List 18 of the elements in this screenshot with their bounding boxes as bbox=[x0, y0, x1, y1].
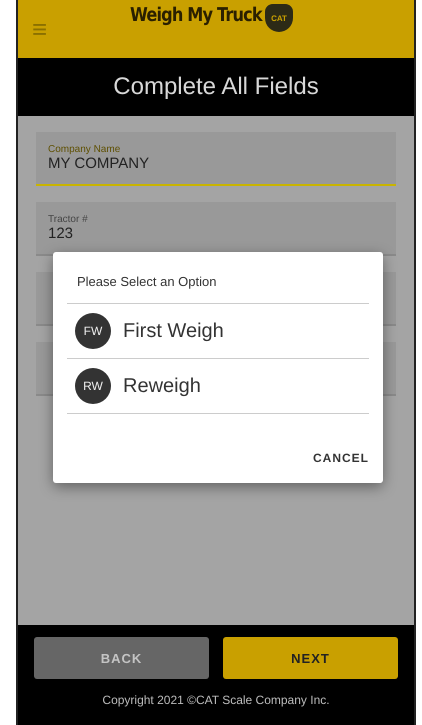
dialog-title: Please Select an Option bbox=[76, 273, 218, 291]
copyright-text: Copyright 2021 ©CAT Scale Company Inc. bbox=[102, 693, 330, 707]
field-value: 123 bbox=[48, 225, 74, 242]
page-title: Complete All Fields bbox=[18, 58, 414, 116]
initials-avatar: RW bbox=[75, 368, 111, 404]
next-button[interactable]: NEXT bbox=[223, 637, 398, 679]
input-field[interactable]: Company Name MY COMPANY bbox=[36, 132, 396, 186]
initials-avatar: FW bbox=[75, 313, 111, 349]
option-label: First Weigh bbox=[123, 320, 224, 342]
field-value: MY COMPANY bbox=[48, 155, 150, 172]
logo: Weigh My Truck CAT bbox=[130, 4, 293, 32]
option-item[interactable]: RW Reweigh bbox=[67, 358, 369, 413]
cancel-button[interactable]: CANCEL bbox=[313, 447, 369, 469]
field-label: Tractor # bbox=[48, 214, 89, 225]
option-item[interactable]: FW First Weigh bbox=[67, 303, 369, 358]
input-field[interactable]: Tractor # 123 bbox=[36, 202, 396, 256]
field-label: Company Name bbox=[48, 144, 122, 155]
option-label: Reweigh bbox=[123, 374, 201, 398]
